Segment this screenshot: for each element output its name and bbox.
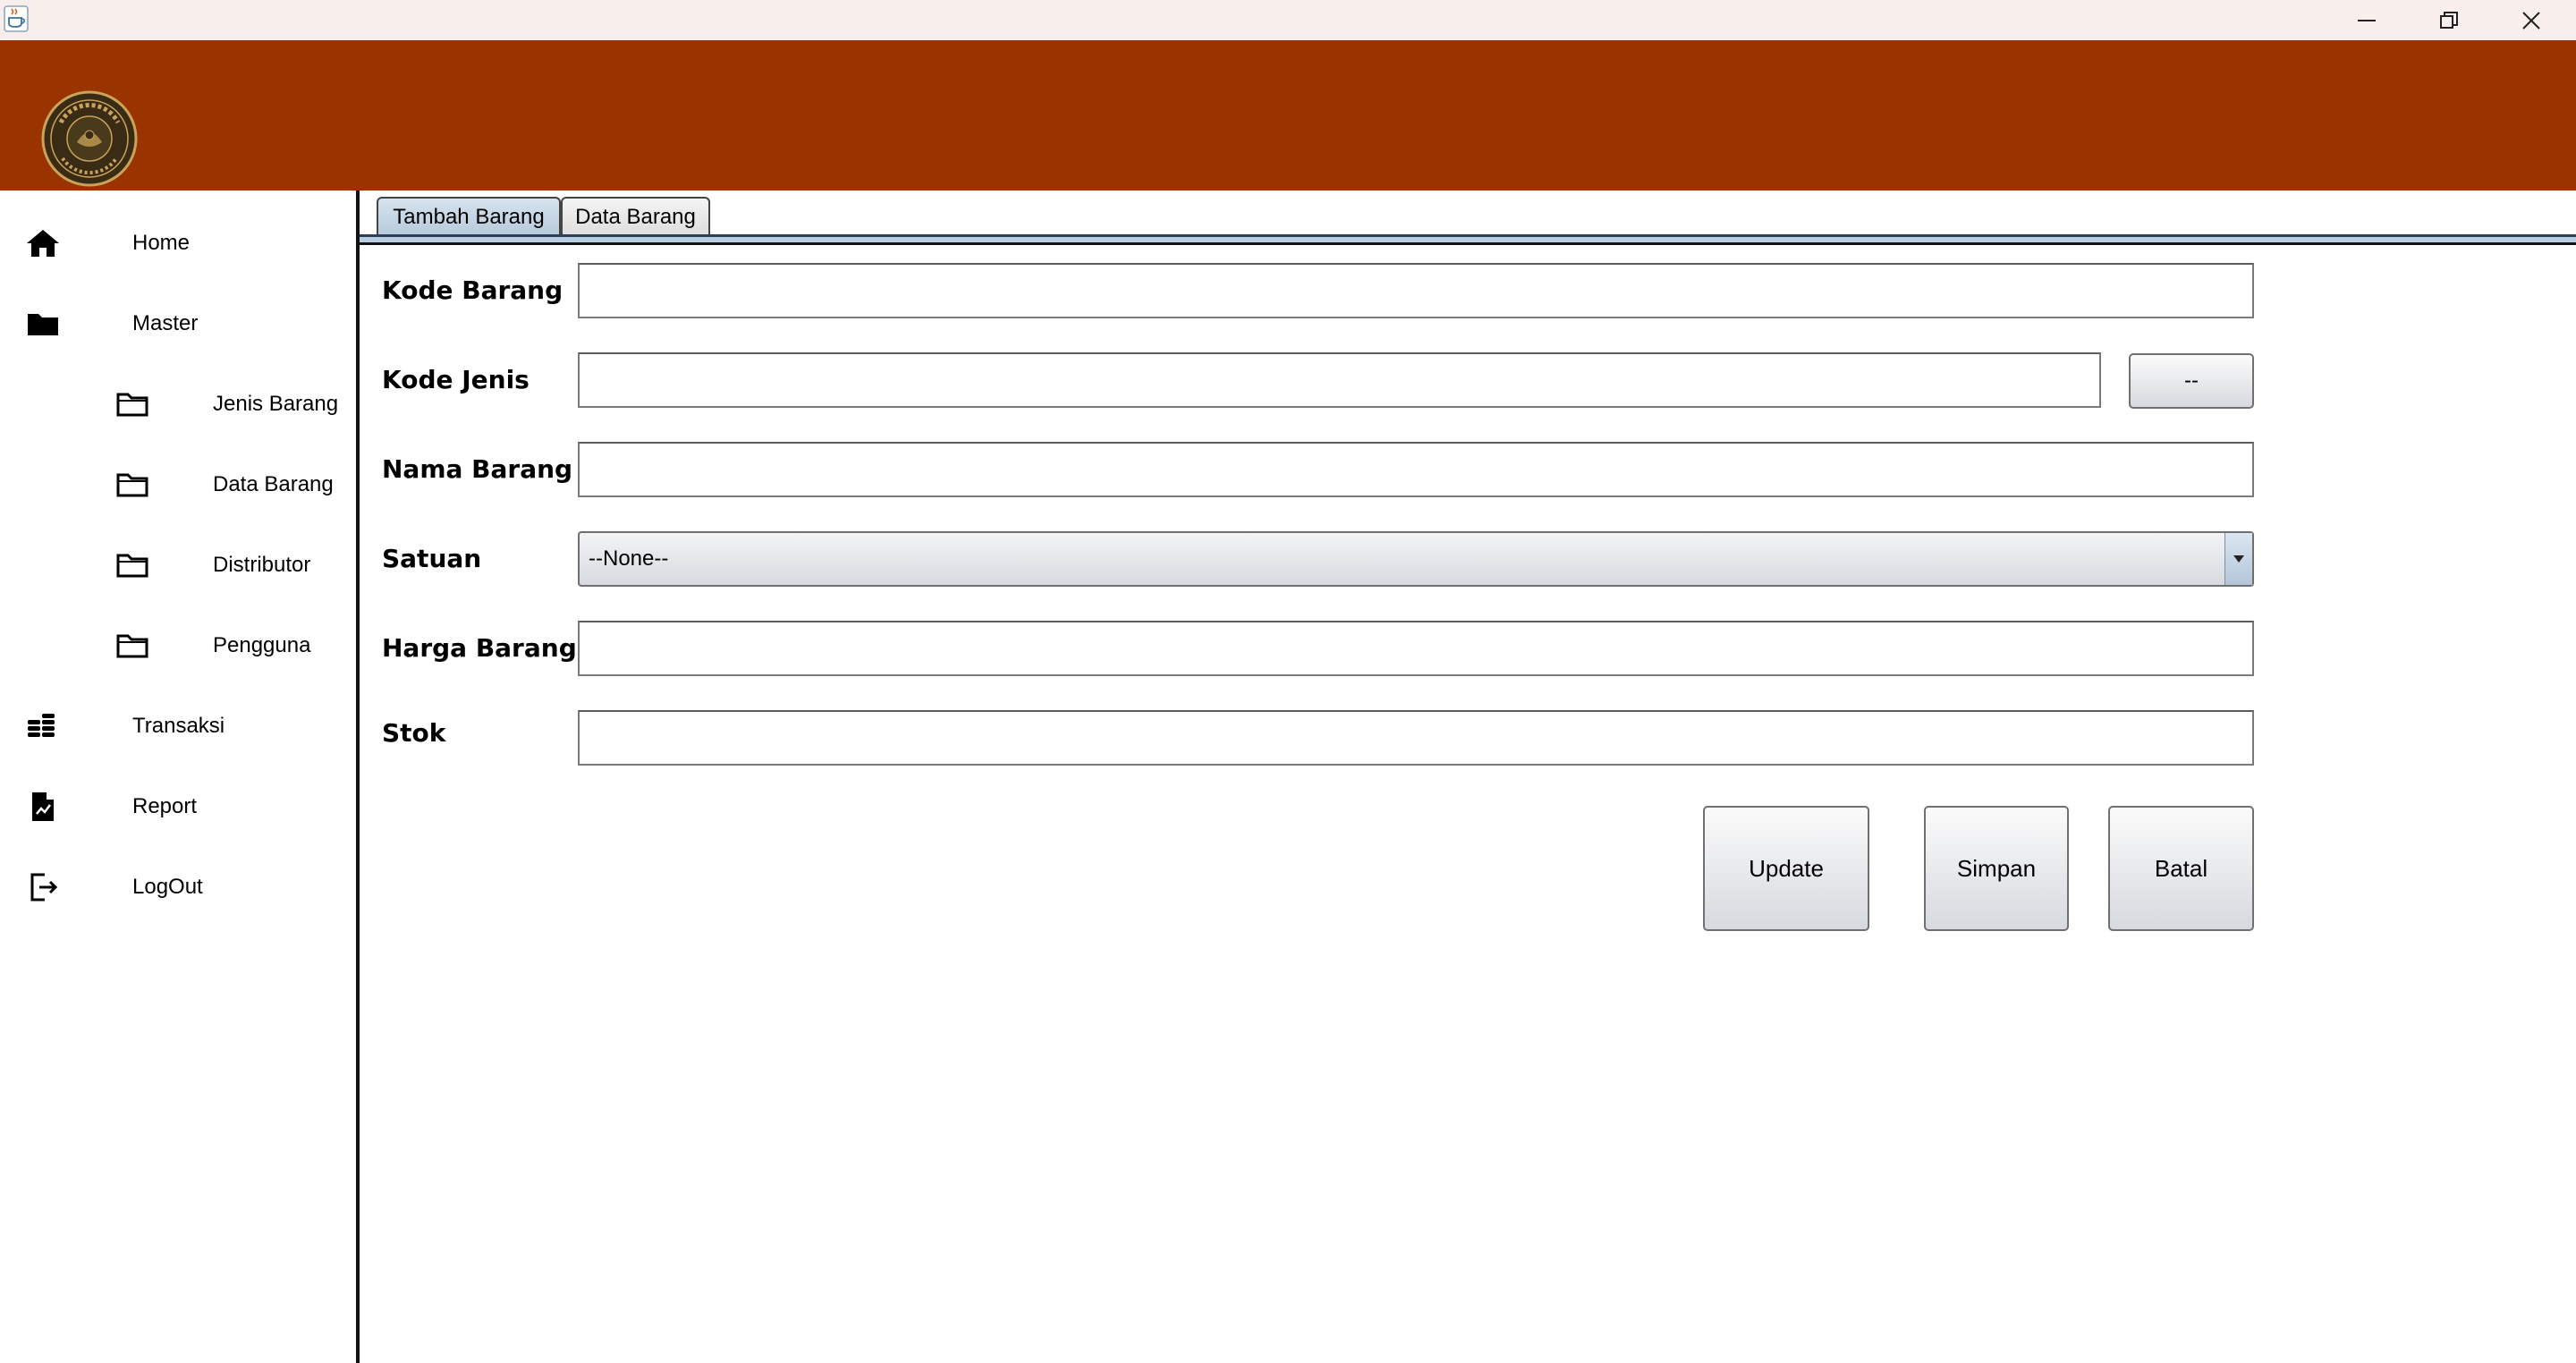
kode-jenis-label: Kode Jenis xyxy=(382,365,530,394)
close-button[interactable] xyxy=(2490,0,2572,40)
folder-outline-icon xyxy=(114,632,150,659)
coins-icon xyxy=(25,713,61,740)
harga-barang-label: Harga Barang xyxy=(382,633,577,663)
sidebar-item-distributor[interactable]: Distributor xyxy=(0,538,356,592)
sidebar-item-transaksi[interactable]: Transaksi xyxy=(0,699,356,753)
folder-filled-icon xyxy=(25,310,61,337)
close-icon xyxy=(2522,11,2540,30)
nama-barang-field[interactable] xyxy=(578,442,2254,497)
tab-strip-shadow xyxy=(360,242,2576,245)
company-seal-logo xyxy=(41,90,138,187)
folder-outline-icon xyxy=(114,471,150,498)
simpan-button-label: Simpan xyxy=(1956,854,2037,882)
kode-barang-label: Kode Barang xyxy=(382,275,564,305)
batal-button-label: Batal xyxy=(2154,854,2208,882)
logout-icon xyxy=(25,873,61,902)
sidebar-item-label: Data Barang xyxy=(213,472,334,496)
sidebar-item-report[interactable]: Report xyxy=(0,780,356,834)
sidebar-divider xyxy=(356,190,360,1363)
sidebar-item-pengguna[interactable]: Pengguna xyxy=(0,619,356,673)
lookup-button-label: -- xyxy=(2184,368,2199,393)
sidebar-item-label: Pengguna xyxy=(213,633,311,657)
sidebar-item-home[interactable]: Home xyxy=(0,216,356,270)
tab-label: Tambah Barang xyxy=(393,205,545,229)
sidebar-item-logout[interactable]: LogOut xyxy=(0,860,356,914)
tab-label: Data Barang xyxy=(575,205,696,229)
nama-barang-label: Nama Barang xyxy=(382,454,573,484)
sidebar-item-label: Report xyxy=(132,794,198,818)
restore-button[interactable] xyxy=(2408,0,2490,40)
satuan-selected-value: --None-- xyxy=(589,546,669,571)
folder-outline-icon xyxy=(114,391,150,418)
minimize-icon xyxy=(2358,19,2376,21)
minimize-button[interactable] xyxy=(2326,0,2408,40)
home-icon xyxy=(25,230,61,257)
stok-field[interactable] xyxy=(578,710,2254,766)
tab-data-barang[interactable]: Data Barang xyxy=(561,197,710,234)
kode-jenis-lookup-button[interactable]: -- xyxy=(2129,353,2254,409)
satuan-label: Satuan xyxy=(382,544,482,573)
java-cup-icon xyxy=(4,5,29,32)
batal-button[interactable]: Batal xyxy=(2108,806,2254,931)
update-button-label: Update xyxy=(1749,854,1824,882)
folder-outline-icon xyxy=(114,552,150,579)
harga-barang-field[interactable] xyxy=(578,621,2254,676)
kode-jenis-field[interactable] xyxy=(578,352,2101,408)
chevron-down-icon[interactable] xyxy=(2224,533,2252,585)
sidebar-item-master[interactable]: Master xyxy=(0,297,356,351)
report-icon xyxy=(25,792,61,821)
window-title-bar xyxy=(0,0,2576,40)
sidebar-item-label: Master xyxy=(132,311,199,335)
sidebar-item-jenis-barang[interactable]: Jenis Barang xyxy=(0,377,356,431)
sidebar-item-label: Distributor xyxy=(213,553,311,577)
update-button[interactable]: Update xyxy=(1703,806,1869,931)
sidebar-item-label: Home xyxy=(132,231,191,255)
tab-tambah-barang[interactable]: Tambah Barang xyxy=(377,197,561,234)
stok-label: Stok xyxy=(382,718,446,748)
sidebar xyxy=(0,190,356,1363)
kode-barang-field[interactable] xyxy=(578,263,2254,318)
satuan-select[interactable]: --None-- xyxy=(578,531,2254,587)
sidebar-item-label: Transaksi xyxy=(132,714,225,738)
simpan-button[interactable]: Simpan xyxy=(1924,806,2069,931)
sidebar-item-label: Jenis Barang xyxy=(213,392,339,416)
restore-icon xyxy=(2440,11,2458,29)
sidebar-item-label: LogOut xyxy=(132,875,203,899)
app-header xyxy=(0,40,2576,190)
sidebar-item-data-barang[interactable]: Data Barang xyxy=(0,458,356,512)
